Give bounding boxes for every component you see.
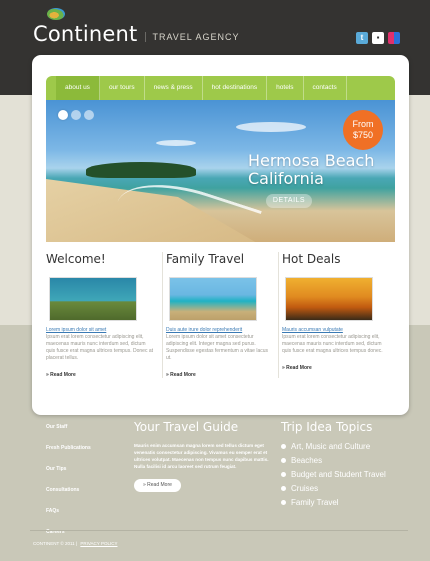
footer-link-faqs[interactable]: FAQs bbox=[46, 508, 91, 514]
bullet-icon bbox=[281, 500, 286, 505]
read-more-link[interactable]: » Read More bbox=[166, 372, 278, 378]
column-image[interactable] bbox=[49, 277, 137, 321]
column-image[interactable] bbox=[285, 277, 373, 321]
trip-topic-item[interactable]: Art, Music and Culture bbox=[281, 442, 411, 451]
copyright-text: CONTINENT © 2011 | bbox=[33, 541, 78, 546]
hero-title-line2: California bbox=[248, 169, 324, 188]
column-link[interactable]: Duis aute irure dolor reprehenderit bbox=[166, 327, 278, 333]
footer-link-our-staff[interactable]: Our Staff bbox=[46, 424, 91, 430]
main-card: about us our tours news & press hot dest… bbox=[32, 55, 409, 415]
column-family-travel: Family Travel Duis aute irure dolor repr… bbox=[162, 252, 278, 378]
column-text: Ipsum erat lorem consectetur adipiscing … bbox=[282, 334, 383, 354]
footer-link-consultations[interactable]: Consultations bbox=[46, 487, 91, 493]
trips-title: Trip Idea Topics bbox=[281, 420, 373, 434]
globe-icon bbox=[47, 8, 65, 20]
footer-menu: Our Staff Fresh Publications Our Tips Co… bbox=[46, 424, 91, 550]
feature-columns: Welcome! Lorem ipsum dolor sit amet Ipsu… bbox=[46, 252, 395, 378]
nav-contacts[interactable]: contacts bbox=[304, 76, 347, 100]
column-link[interactable]: Mauris accumsan vulputate bbox=[282, 327, 394, 333]
trip-topic-item[interactable]: Cruises bbox=[281, 484, 411, 493]
column-text: Ipsum erat lorem consectetur adipiscing … bbox=[46, 334, 153, 361]
guide-title: Your Travel Guide bbox=[134, 420, 239, 434]
price-badge: From $750 bbox=[343, 110, 383, 150]
brand-tagline: TRAVEL AGENCY bbox=[145, 32, 239, 42]
price-from: From bbox=[352, 119, 374, 129]
hero-title: Hermosa Beach California bbox=[248, 152, 374, 188]
nav-news-press[interactable]: news & press bbox=[145, 76, 203, 100]
brand-name: Continent bbox=[33, 22, 138, 46]
footer-divider bbox=[30, 530, 408, 531]
bullet-icon bbox=[281, 458, 286, 463]
slider-dots bbox=[58, 110, 94, 120]
main-nav: about us our tours news & press hot dest… bbox=[46, 76, 395, 100]
flickr-icon[interactable] bbox=[388, 32, 400, 44]
trip-topic-item[interactable]: Family Travel bbox=[281, 498, 411, 507]
twitter-icon[interactable]: t bbox=[356, 32, 368, 44]
delicious-icon[interactable]: ▪ bbox=[372, 32, 384, 44]
column-welcome: Welcome! Lorem ipsum dolor sit amet Ipsu… bbox=[46, 252, 162, 378]
read-more-link[interactable]: » Read More bbox=[46, 372, 162, 378]
details-button[interactable]: DETAILS bbox=[266, 194, 312, 208]
trip-topic-item[interactable]: Beaches bbox=[281, 456, 411, 465]
hero-title-line1: Hermosa Beach bbox=[248, 151, 375, 170]
logo[interactable]: Continent TRAVEL AGENCY bbox=[33, 8, 240, 46]
read-more-link[interactable]: » Read More bbox=[282, 365, 394, 371]
slider-dot[interactable] bbox=[84, 110, 94, 120]
column-link[interactable]: Lorem ipsum dolor sit amet bbox=[46, 327, 162, 333]
trips-list: Art, Music and Culture Beaches Budget an… bbox=[281, 442, 411, 507]
column-title: Hot Deals bbox=[282, 252, 341, 266]
footer-link-our-tips[interactable]: Our Tips bbox=[46, 466, 91, 472]
price-value: $750 bbox=[352, 130, 374, 140]
copyright: CONTINENT © 2011 | PRIVACY POLICY bbox=[33, 541, 117, 546]
slider-dot[interactable] bbox=[58, 110, 68, 120]
trip-topic-label: Art, Music and Culture bbox=[291, 442, 371, 451]
column-title: Welcome! bbox=[46, 252, 106, 266]
travel-guide: Your Travel Guide Mauris enim accumsan m… bbox=[134, 420, 274, 492]
palm-trees-shape bbox=[86, 162, 196, 178]
privacy-policy-link[interactable]: PRIVACY POLICY bbox=[80, 541, 117, 546]
slider-dot[interactable] bbox=[71, 110, 81, 120]
nav-hotels[interactable]: hotels bbox=[267, 76, 304, 100]
trip-topic-label: Beaches bbox=[291, 456, 323, 465]
cloud-shape bbox=[236, 122, 306, 132]
bullet-icon bbox=[281, 444, 286, 449]
nav-hot-destinations[interactable]: hot destinations bbox=[203, 76, 268, 100]
trip-topic-label: Family Travel bbox=[291, 498, 339, 507]
trip-topic-label: Cruises bbox=[291, 484, 319, 493]
wave-foam-shape bbox=[110, 167, 262, 242]
trip-topic-label: Budget and Student Travel bbox=[291, 470, 386, 479]
trip-topics: Trip Idea Topics Art, Music and Culture … bbox=[281, 420, 411, 512]
column-hot-deals: Hot Deals Mauris accumsan vulputate Ipsu… bbox=[278, 252, 394, 378]
bullet-icon bbox=[281, 486, 286, 491]
bullet-icon bbox=[281, 472, 286, 477]
nav-our-tours[interactable]: our tours bbox=[100, 76, 145, 100]
footer-link-fresh-publications[interactable]: Fresh Publications bbox=[46, 445, 91, 451]
hero-slider: From $750 Hermosa Beach California DETAI… bbox=[46, 100, 395, 242]
guide-read-more-button[interactable]: » Read More bbox=[134, 479, 181, 492]
column-image[interactable] bbox=[169, 277, 257, 321]
trip-topic-item[interactable]: Budget and Student Travel bbox=[281, 470, 411, 479]
nav-about-us[interactable]: about us bbox=[56, 76, 100, 100]
column-text: Lorem ipsum dolor sit amet consectetur a… bbox=[166, 334, 268, 361]
cloud-shape bbox=[156, 140, 196, 146]
social-links: t ▪ bbox=[356, 32, 400, 44]
guide-text: Mauris enim accumsan magna lorem sed tel… bbox=[134, 443, 269, 469]
column-title: Family Travel bbox=[166, 252, 245, 266]
